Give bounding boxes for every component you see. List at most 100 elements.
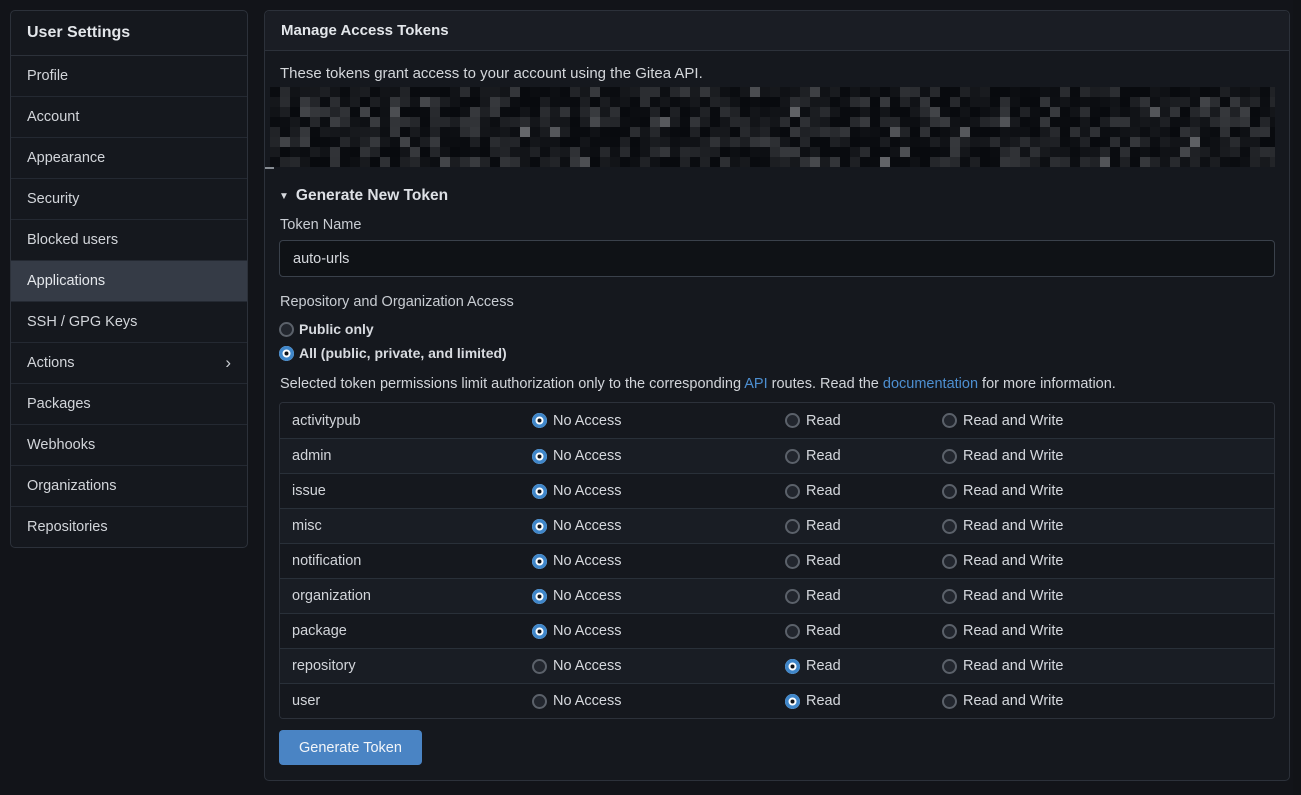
sidebar-item-actions[interactable]: Actions› bbox=[11, 343, 247, 384]
sidebar-item-webhooks[interactable]: Webhooks bbox=[11, 425, 247, 466]
sidebar-item-appearance[interactable]: Appearance bbox=[11, 138, 247, 179]
radio-icon[interactable] bbox=[942, 589, 957, 604]
radio-selected-icon[interactable] bbox=[532, 554, 547, 569]
radio-selected-icon[interactable] bbox=[532, 624, 547, 639]
option-no-access[interactable]: No Access bbox=[532, 448, 785, 464]
scope-section-label: Repository and Organization Access bbox=[280, 294, 1274, 310]
user-settings-menu: User Settings ProfileAccountAppearanceSe… bbox=[10, 10, 248, 548]
radio-icon[interactable] bbox=[942, 484, 957, 499]
radio-selected-icon[interactable] bbox=[532, 519, 547, 534]
radio-icon[interactable] bbox=[942, 519, 957, 534]
option-read[interactable]: Read bbox=[785, 483, 942, 499]
radio-selected-icon[interactable] bbox=[279, 346, 294, 361]
radio-icon[interactable] bbox=[942, 413, 957, 428]
option-read[interactable]: Read bbox=[785, 693, 942, 709]
option-label: Read and Write bbox=[963, 588, 1063, 604]
sidebar-item-profile[interactable]: Profile bbox=[11, 56, 247, 97]
option-read[interactable]: Read bbox=[785, 518, 942, 534]
permission-row-organization: organizationNo AccessReadRead and Write bbox=[280, 578, 1274, 613]
radio-icon[interactable] bbox=[532, 659, 547, 674]
sidebar-item-organizations[interactable]: Organizations bbox=[11, 466, 247, 507]
option-label: Read and Write bbox=[963, 553, 1063, 569]
option-read-and-write[interactable]: Read and Write bbox=[942, 588, 1274, 604]
sidebar-item-label: SSH / GPG Keys bbox=[27, 314, 137, 330]
option-label: Read bbox=[806, 413, 841, 429]
option-read[interactable]: Read bbox=[785, 588, 942, 604]
sidebar-item-label: Actions bbox=[27, 355, 75, 371]
radio-selected-icon[interactable] bbox=[532, 484, 547, 499]
sidebar-item-account[interactable]: Account bbox=[11, 97, 247, 138]
option-no-access[interactable]: No Access bbox=[532, 518, 785, 534]
radio-selected-icon[interactable] bbox=[532, 413, 547, 428]
option-read[interactable]: Read bbox=[785, 448, 942, 464]
radio-selected-icon[interactable] bbox=[785, 659, 800, 674]
option-no-access[interactable]: No Access bbox=[532, 553, 785, 569]
permission-category-label: repository bbox=[280, 658, 532, 674]
sidebar-item-ssh-gpg-keys[interactable]: SSH / GPG Keys bbox=[11, 302, 247, 343]
option-read[interactable]: Read bbox=[785, 658, 942, 674]
radio-icon[interactable] bbox=[785, 624, 800, 639]
scope-option-public-only[interactable]: Public only bbox=[279, 321, 1275, 337]
radio-icon[interactable] bbox=[785, 413, 800, 428]
option-no-access[interactable]: No Access bbox=[532, 693, 785, 709]
radio-icon[interactable] bbox=[785, 589, 800, 604]
option-read-and-write[interactable]: Read and Write bbox=[942, 413, 1274, 429]
sidebar-item-blocked-users[interactable]: Blocked users bbox=[11, 220, 247, 261]
option-label: Read bbox=[806, 448, 841, 464]
radio-selected-icon[interactable] bbox=[532, 449, 547, 464]
option-read-and-write[interactable]: Read and Write bbox=[942, 553, 1274, 569]
sidebar-item-label: Blocked users bbox=[27, 232, 118, 248]
token-name-input[interactable] bbox=[279, 240, 1275, 277]
permission-row-issue: issueNo AccessReadRead and Write bbox=[280, 473, 1274, 508]
option-read[interactable]: Read bbox=[785, 413, 942, 429]
option-label: No Access bbox=[553, 623, 622, 639]
divider bbox=[265, 167, 274, 169]
sidebar-item-applications[interactable]: Applications bbox=[11, 261, 247, 302]
radio-icon[interactable] bbox=[785, 484, 800, 499]
radio-icon[interactable] bbox=[785, 519, 800, 534]
radio-icon[interactable] bbox=[532, 694, 547, 709]
settings-page: User Settings ProfileAccountAppearanceSe… bbox=[0, 0, 1301, 791]
scope-option-label: All (public, private, and limited) bbox=[299, 345, 507, 361]
option-read-and-write[interactable]: Read and Write bbox=[942, 693, 1274, 709]
radio-icon[interactable] bbox=[942, 659, 957, 674]
scope-option-all-public-private-and-limited[interactable]: All (public, private, and limited) bbox=[279, 345, 1275, 361]
api-link[interactable]: API bbox=[744, 376, 767, 392]
sidebar-item-security[interactable]: Security bbox=[11, 179, 247, 220]
radio-icon[interactable] bbox=[942, 624, 957, 639]
option-label: Read and Write bbox=[963, 518, 1063, 534]
option-label: Read and Write bbox=[963, 413, 1063, 429]
option-read[interactable]: Read bbox=[785, 623, 942, 639]
option-no-access[interactable]: No Access bbox=[532, 623, 785, 639]
documentation-link[interactable]: documentation bbox=[883, 376, 978, 392]
option-no-access[interactable]: No Access bbox=[532, 658, 785, 674]
radio-icon[interactable] bbox=[785, 449, 800, 464]
generate-new-token-summary[interactable]: ▼ Generate New Token bbox=[279, 187, 1275, 205]
radio-icon[interactable] bbox=[785, 554, 800, 569]
option-label: Read and Write bbox=[963, 693, 1063, 709]
option-no-access[interactable]: No Access bbox=[532, 413, 785, 429]
sidebar-item-repositories[interactable]: Repositories bbox=[11, 507, 247, 547]
radio-icon[interactable] bbox=[942, 449, 957, 464]
option-no-access[interactable]: No Access bbox=[532, 483, 785, 499]
radio-icon[interactable] bbox=[279, 322, 294, 337]
option-read-and-write[interactable]: Read and Write bbox=[942, 483, 1274, 499]
radio-selected-icon[interactable] bbox=[785, 694, 800, 709]
option-read-and-write[interactable]: Read and Write bbox=[942, 518, 1274, 534]
option-read-and-write[interactable]: Read and Write bbox=[942, 623, 1274, 639]
option-label: Read and Write bbox=[963, 448, 1063, 464]
option-read[interactable]: Read bbox=[785, 553, 942, 569]
sidebar-item-packages[interactable]: Packages bbox=[11, 384, 247, 425]
option-label: Read bbox=[806, 588, 841, 604]
option-label: Read and Write bbox=[963, 483, 1063, 499]
option-read-and-write[interactable]: Read and Write bbox=[942, 448, 1274, 464]
scrollbar-track[interactable] bbox=[1293, 0, 1301, 795]
radio-icon[interactable] bbox=[942, 694, 957, 709]
radio-icon[interactable] bbox=[942, 554, 957, 569]
option-no-access[interactable]: No Access bbox=[532, 588, 785, 604]
sidebar-item-label: Packages bbox=[27, 396, 91, 412]
option-read-and-write[interactable]: Read and Write bbox=[942, 658, 1274, 674]
generate-token-button[interactable]: Generate Token bbox=[279, 730, 422, 765]
option-label: No Access bbox=[553, 448, 622, 464]
radio-selected-icon[interactable] bbox=[532, 589, 547, 604]
